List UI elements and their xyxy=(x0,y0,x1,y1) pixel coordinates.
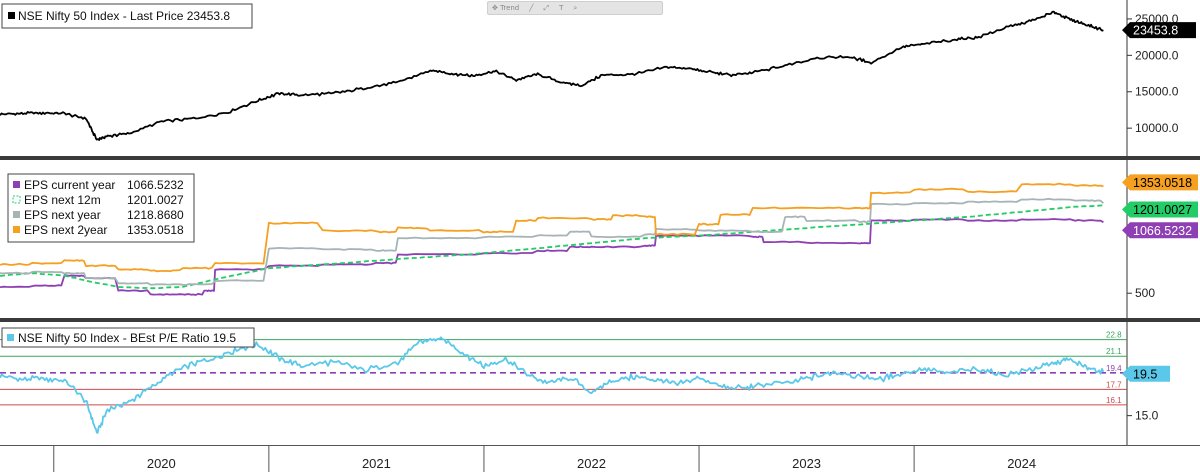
pe-reference-label-1: 21.1 xyxy=(1106,347,1122,356)
eps-legend-next2year-value: 1353.0518 xyxy=(127,223,184,237)
eps-legend-swatch-nextyear xyxy=(13,211,20,218)
series-line-price-0 xyxy=(0,10,1104,141)
eps-legend-current-value: 1066.5232 xyxy=(127,178,184,192)
eps-tag-3-text: 1353.0518 xyxy=(1133,176,1192,190)
x-tick-label-1: 2021 xyxy=(362,456,391,471)
y-tick-label-price-1: 20000.0 xyxy=(1135,48,1179,62)
eps-legend-current-label: EPS current year xyxy=(24,178,115,192)
x-tick-label-3: 2023 xyxy=(792,456,821,471)
price-last-value-tag: 23453.8 xyxy=(1122,22,1196,39)
x-tick-label-4: 2024 xyxy=(1007,456,1036,471)
bottom-separator xyxy=(0,445,1200,446)
price-legend-swatch xyxy=(8,12,15,19)
eps-tag-1: 1201.0027 xyxy=(1122,201,1198,218)
pe-legend-label: NSE Nifty 50 Index - BEst P/E Ratio 19.5 xyxy=(18,331,236,345)
eps-legend-nextyear-label: EPS next year xyxy=(24,208,101,222)
price-panel: 25000.020000.015000.010000.023453.8 xyxy=(0,10,1196,141)
price-legend[interactable]: NSE Nifty 50 Index - Last Price 23453.8 xyxy=(1,3,253,29)
eps-legend-next12m-value: 1201.0027 xyxy=(127,193,184,207)
eps-tag-0-text: 1066.5232 xyxy=(1133,224,1192,238)
y-tick-label-price-2: 15000.0 xyxy=(1135,85,1179,99)
panel-separator-1[interactable] xyxy=(0,156,1200,160)
eps-legend-next2year-label: EPS next 2year xyxy=(24,223,107,237)
series-line-pe-0 xyxy=(0,336,1105,434)
pe-reference-label-3: 17.7 xyxy=(1106,380,1122,389)
eps-legend-nextyear-value: 1218.8680 xyxy=(127,208,184,222)
x-tick-label-2: 2022 xyxy=(577,456,606,471)
y-tick-label-price-3: 10000.0 xyxy=(1135,121,1179,135)
pe-reference-label-2: 19.4 xyxy=(1106,364,1122,373)
pe-legend[interactable]: NSE Nifty 50 Index - BEst P/E Ratio 19.5 xyxy=(1,327,255,348)
y-tick-label-eps-1: 500 xyxy=(1135,286,1155,300)
pe-reference-label-4: 16.1 xyxy=(1106,396,1122,405)
pe-reference-label-0: 22.8 xyxy=(1106,331,1122,340)
pe-last-value-tag-text: 19.5 xyxy=(1133,367,1157,381)
nifty-chart: 25000.020000.015000.010000.023453.8 1000… xyxy=(0,0,1200,472)
x-axis: 2020 2021 2022 2023 2024 xyxy=(53,446,1036,472)
y-tick-label-pe-0: 15.0 xyxy=(1135,409,1159,423)
price-legend-label: NSE Nifty 50 Index - Last Price 23453.8 xyxy=(18,9,230,23)
eps-tag-0: 1066.5232 xyxy=(1122,222,1198,239)
pe-legend-swatch xyxy=(7,334,14,341)
pe-last-value-tag: 19.5 xyxy=(1122,365,1170,382)
eps-legend-next12m-label: EPS next 12m xyxy=(24,193,101,207)
price-last-value-tag-text: 23453.8 xyxy=(1133,24,1178,38)
eps-legend[interactable]: EPS current year 1066.5232 EPS next 12m … xyxy=(7,173,195,243)
x-tick-label-0: 2020 xyxy=(147,456,176,471)
panel-separator-2[interactable] xyxy=(0,318,1200,322)
eps-tag-3: 1353.0518 xyxy=(1122,174,1198,191)
eps-tag-1-text: 1201.0027 xyxy=(1133,203,1192,217)
eps-legend-swatch-next2year xyxy=(13,226,20,233)
eps-legend-swatch-current xyxy=(13,181,20,188)
